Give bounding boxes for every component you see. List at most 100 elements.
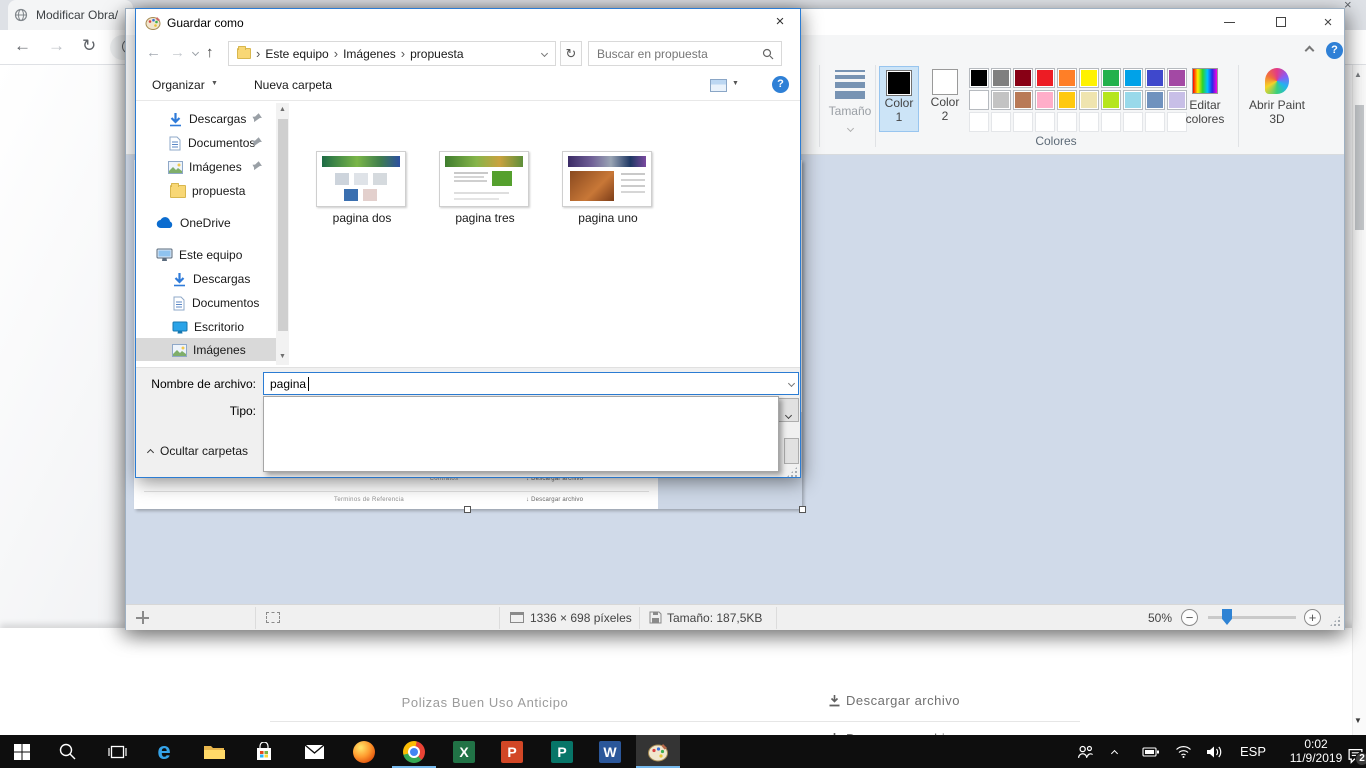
file-item-pagina-uno[interactable]: pagina uno [562, 151, 654, 225]
refresh-button[interactable]: ↻ [560, 41, 582, 66]
taskbar-explorer-button[interactable] [192, 735, 236, 768]
address-bar[interactable]: › Este equipo › Imágenes › propuesta [228, 41, 556, 66]
taskbar-edge-button[interactable]: e [142, 735, 186, 768]
taskbar-chrome-button[interactable] [392, 735, 436, 768]
taskbar-powerpoint-button[interactable]: P [490, 735, 534, 768]
sidebar-scrollbar-thumb[interactable] [278, 119, 288, 331]
dialog-resize-grip[interactable] [786, 466, 798, 478]
palette-swatch[interactable] [1035, 68, 1055, 88]
scrollbar-down-icon[interactable]: ▼ [276, 353, 289, 360]
color1-button[interactable]: Color 1 [879, 66, 919, 132]
file-item-pagina-dos[interactable]: pagina dos [316, 151, 408, 225]
nav-back-button[interactable]: ← [146, 44, 161, 61]
palette-swatch[interactable] [1101, 90, 1121, 110]
window-resize-grip[interactable] [1329, 615, 1341, 627]
palette-swatch[interactable] [1013, 68, 1033, 88]
palette-empty-slot[interactable] [969, 112, 989, 132]
browser-scrollbar-thumb[interactable] [1355, 105, 1364, 230]
action-center-button[interactable]: 2 [1347, 735, 1364, 768]
paint-help-button[interactable]: ? [1326, 42, 1343, 59]
taskbar-word-button[interactable]: W [588, 735, 632, 768]
browser-back-button[interactable]: ← [14, 36, 31, 56]
tray-people-button[interactable] [1076, 735, 1094, 768]
palette-swatch[interactable] [1057, 90, 1077, 110]
scrollbar-down-icon[interactable]: ▼ [1354, 716, 1362, 725]
filename-input[interactable]: pagina [263, 372, 799, 395]
canvas-resize-handle-corner[interactable] [799, 506, 806, 513]
palette-empty-slot[interactable] [1057, 112, 1077, 132]
filename-dropdown-icon[interactable] [788, 380, 795, 387]
palette-empty-slot[interactable] [1123, 112, 1143, 132]
task-view-button[interactable] [95, 735, 139, 768]
open-paint3d-button[interactable]: Abrir Paint 3D [1244, 68, 1310, 126]
palette-empty-slot[interactable] [1079, 112, 1099, 132]
sidebar-item-documentos[interactable]: Documentos [172, 291, 259, 315]
tray-battery-button[interactable] [1142, 735, 1160, 768]
sidebar-item-escritorio[interactable]: Escritorio [172, 315, 244, 339]
tray-wifi-button[interactable] [1175, 735, 1192, 768]
nav-history-dropdown-icon[interactable] [192, 49, 199, 56]
tray-hidden-icons-button[interactable] [1112, 735, 1117, 768]
filename-autocomplete-dropdown[interactable] [263, 396, 779, 472]
taskbar-publisher-button[interactable]: P [540, 735, 584, 768]
paint-maximize-button[interactable] [1258, 9, 1304, 35]
palette-swatch[interactable] [969, 90, 989, 110]
tray-volume-button[interactable] [1206, 735, 1223, 768]
scrollbar-up-icon[interactable]: ▲ [1354, 70, 1362, 79]
dialog-close-button[interactable]: × [760, 9, 800, 37]
taskbar-excel-button[interactable]: X [442, 735, 486, 768]
palette-swatch[interactable] [1123, 90, 1143, 110]
browser-tab[interactable]: Modificar Obra/ [8, 0, 133, 30]
sidebar-item-imagenes-pinned[interactable]: Imágenes [168, 155, 242, 179]
sidebar-item-imagenes-selected[interactable]: Imágenes [136, 338, 276, 361]
hide-folders-button[interactable]: Ocultar carpetas [148, 444, 248, 458]
sidebar-item-onedrive[interactable]: OneDrive [156, 211, 231, 235]
zoom-slider-track[interactable] [1208, 616, 1296, 619]
tray-language-button[interactable]: ESP [1240, 735, 1266, 768]
sidebar-item-propuesta[interactable]: propuesta [170, 179, 245, 203]
view-dropdown-icon[interactable]: ▼ [732, 80, 739, 87]
new-folder-button[interactable]: Nueva carpeta [254, 78, 332, 92]
search-input[interactable]: Buscar en propuesta [588, 41, 782, 66]
sidebar-item-descargas-pinned[interactable]: Descargas [168, 107, 246, 131]
sidebar-scrollbar[interactable]: ▲ ▼ [276, 103, 289, 365]
palette-empty-slot[interactable] [1101, 112, 1121, 132]
palette-empty-slot[interactable] [1013, 112, 1033, 132]
download-link[interactable]: Descargar archivo [828, 693, 960, 708]
filetype-dropdown-button[interactable] [777, 398, 799, 422]
taskbar-mail-button[interactable] [292, 735, 336, 768]
collapse-ribbon-icon[interactable] [1305, 46, 1315, 56]
size-button[interactable]: Tamaño [826, 67, 874, 136]
taskbar-search-button[interactable] [45, 735, 89, 768]
breadcrumb-root[interactable]: Este equipo [265, 47, 328, 61]
palette-swatch[interactable] [1035, 90, 1055, 110]
address-dropdown-icon[interactable] [541, 50, 548, 57]
tray-clock-button[interactable]: 0:02 11/9/2019 [1283, 735, 1349, 768]
palette-swatch[interactable] [969, 68, 989, 88]
dialog-help-button[interactable]: ? [772, 76, 789, 93]
scrollbar-up-icon[interactable]: ▲ [276, 106, 289, 113]
taskbar-store-button[interactable] [242, 735, 286, 768]
palette-swatch[interactable] [1079, 90, 1099, 110]
zoom-out-button[interactable]: − [1181, 609, 1198, 626]
sidebar-item-descargas[interactable]: Descargas [172, 267, 250, 291]
sidebar-item-este-equipo[interactable]: Este equipo [156, 243, 242, 267]
palette-swatch[interactable] [1123, 68, 1143, 88]
palette-swatch[interactable] [1013, 90, 1033, 110]
paint-minimize-button[interactable] [1206, 9, 1252, 35]
breadcrumb-folder[interactable]: Imágenes [343, 47, 396, 61]
nav-up-button[interactable]: ↑ [206, 44, 214, 61]
file-item-pagina-tres[interactable]: pagina tres [439, 151, 531, 225]
edit-colors-button[interactable]: Editar colores [1174, 68, 1236, 126]
breadcrumb-subfolder[interactable]: propuesta [410, 47, 463, 61]
palette-swatch[interactable] [1057, 68, 1077, 88]
zoom-in-button[interactable]: + [1304, 609, 1321, 626]
start-button[interactable] [0, 735, 44, 768]
browser-reload-button[interactable]: ↻ [82, 36, 96, 56]
save-button-partial[interactable] [784, 438, 799, 464]
palette-swatch[interactable] [1145, 68, 1165, 88]
organize-menu[interactable]: Organizar [152, 78, 205, 92]
palette-empty-slot[interactable] [1035, 112, 1055, 132]
canvas-resize-handle-bottom[interactable] [464, 506, 471, 513]
sidebar-item-documentos-pinned[interactable]: Documentos [168, 131, 255, 155]
